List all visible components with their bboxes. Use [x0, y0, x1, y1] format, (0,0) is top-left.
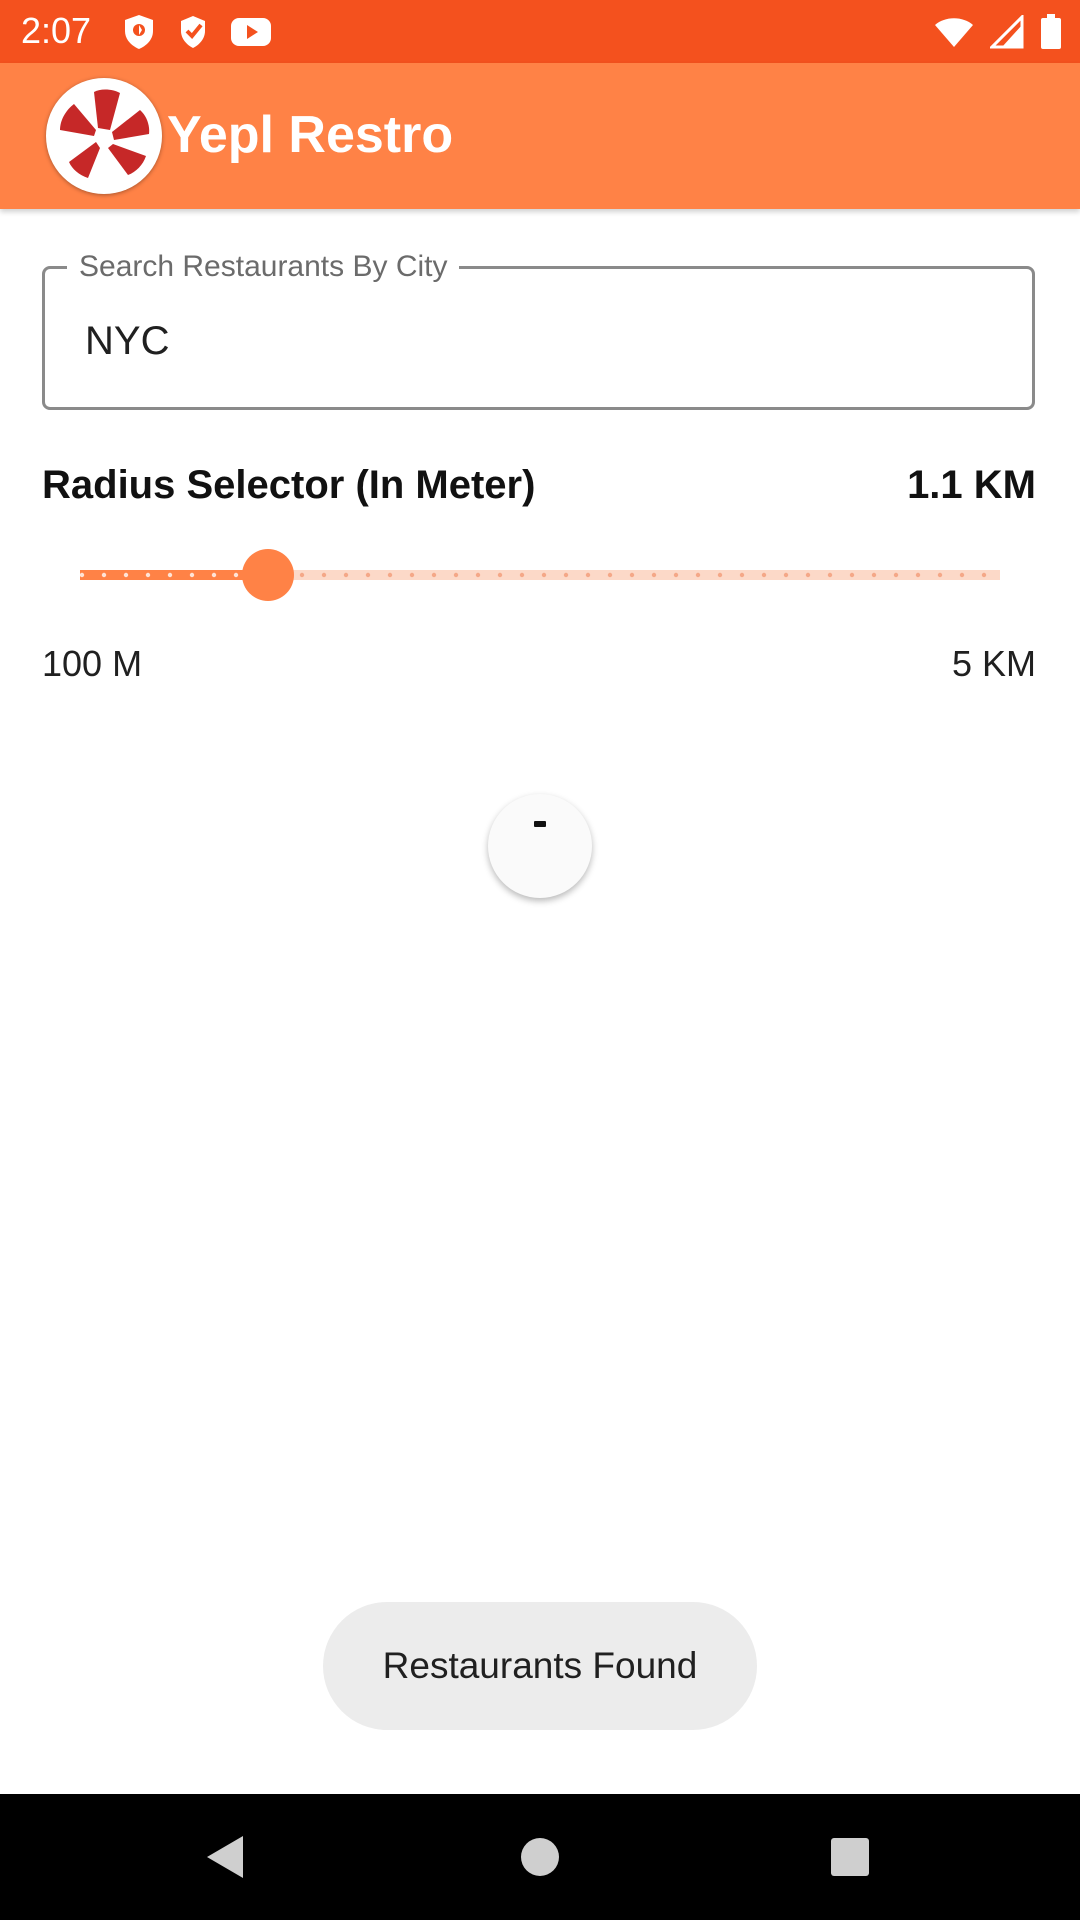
spinner-indicator	[534, 821, 546, 827]
slider-tick	[409, 572, 415, 578]
shield-check-icon	[181, 16, 205, 48]
home-icon	[521, 1838, 559, 1876]
slider-tick	[167, 572, 173, 578]
slider-tick	[453, 572, 459, 578]
slider-tick	[827, 572, 833, 578]
wifi-icon	[935, 18, 973, 47]
slider-thumb[interactable]	[242, 549, 294, 601]
status-time: 2:07	[21, 10, 92, 51]
slider-tick	[519, 572, 525, 578]
slider-tick	[893, 572, 899, 578]
radius-slider[interactable]	[80, 545, 1000, 605]
slider-tick	[717, 572, 723, 578]
slider-tick	[563, 572, 569, 578]
slider-tick	[431, 572, 437, 578]
nav-home-button[interactable]	[480, 1794, 600, 1920]
slider-tick	[233, 572, 239, 578]
recents-icon	[831, 1838, 869, 1876]
nav-back-button[interactable]	[165, 1794, 285, 1920]
slider-tick	[695, 572, 701, 578]
search-field-label: Search Restaurants By City	[67, 248, 460, 286]
slider-tick	[475, 572, 481, 578]
slider-tick	[343, 572, 349, 578]
slider-tick	[189, 572, 195, 578]
city-search-field[interactable]: Search Restaurants By City NYC	[42, 248, 1035, 410]
slider-tick	[739, 572, 745, 578]
slider-tick	[101, 572, 107, 578]
slider-tick	[871, 572, 877, 578]
slider-tick	[629, 572, 635, 578]
slider-tick	[981, 572, 987, 578]
nav-recents-button[interactable]	[790, 1794, 910, 1920]
slider-tick	[651, 572, 657, 578]
slider-tick	[585, 572, 591, 578]
slider-tick	[123, 572, 129, 578]
slider-tick	[497, 572, 503, 578]
battery-icon	[1041, 14, 1061, 49]
youtube-icon	[231, 18, 271, 46]
slider-tick	[211, 572, 217, 578]
toast-message: Restaurants Found	[323, 1602, 757, 1730]
slider-tick	[607, 572, 613, 578]
slider-tick	[805, 572, 811, 578]
slider-tick	[915, 572, 921, 578]
shield-icon	[125, 15, 153, 49]
radius-min-label: 100 M	[42, 643, 143, 684]
status-bar: 2:07	[0, 0, 1080, 63]
system-nav-bar	[0, 1794, 1080, 1920]
slider-tick	[365, 572, 371, 578]
back-icon	[207, 1836, 243, 1878]
slider-tick	[761, 572, 767, 578]
slider-tick	[321, 572, 327, 578]
slider-tick	[937, 572, 943, 578]
slider-tick	[387, 572, 393, 578]
slider-tick	[783, 572, 789, 578]
status-notification-icons	[122, 12, 272, 52]
slider-tick	[959, 572, 965, 578]
slider-tick	[541, 572, 547, 578]
slider-tick	[145, 572, 151, 578]
slider-tick	[849, 572, 855, 578]
slider-tick	[673, 572, 679, 578]
search-input[interactable]: NYC	[85, 317, 169, 365]
radius-max-label: 5 KM	[951, 643, 1036, 684]
progress-spinner	[488, 794, 592, 898]
yelp-logo-icon	[46, 78, 162, 194]
radius-value-label: 1.1 KM	[907, 463, 1036, 507]
status-system-icons	[934, 12, 1062, 52]
slider-tick	[299, 572, 305, 578]
app-title: Yepl Restro	[167, 106, 454, 164]
radius-selector-title: Radius Selector (In Meter)	[42, 463, 536, 507]
signal-icon	[990, 15, 1024, 49]
app-bar: Yepl Restro	[0, 63, 1080, 209]
slider-tick	[80, 572, 85, 578]
